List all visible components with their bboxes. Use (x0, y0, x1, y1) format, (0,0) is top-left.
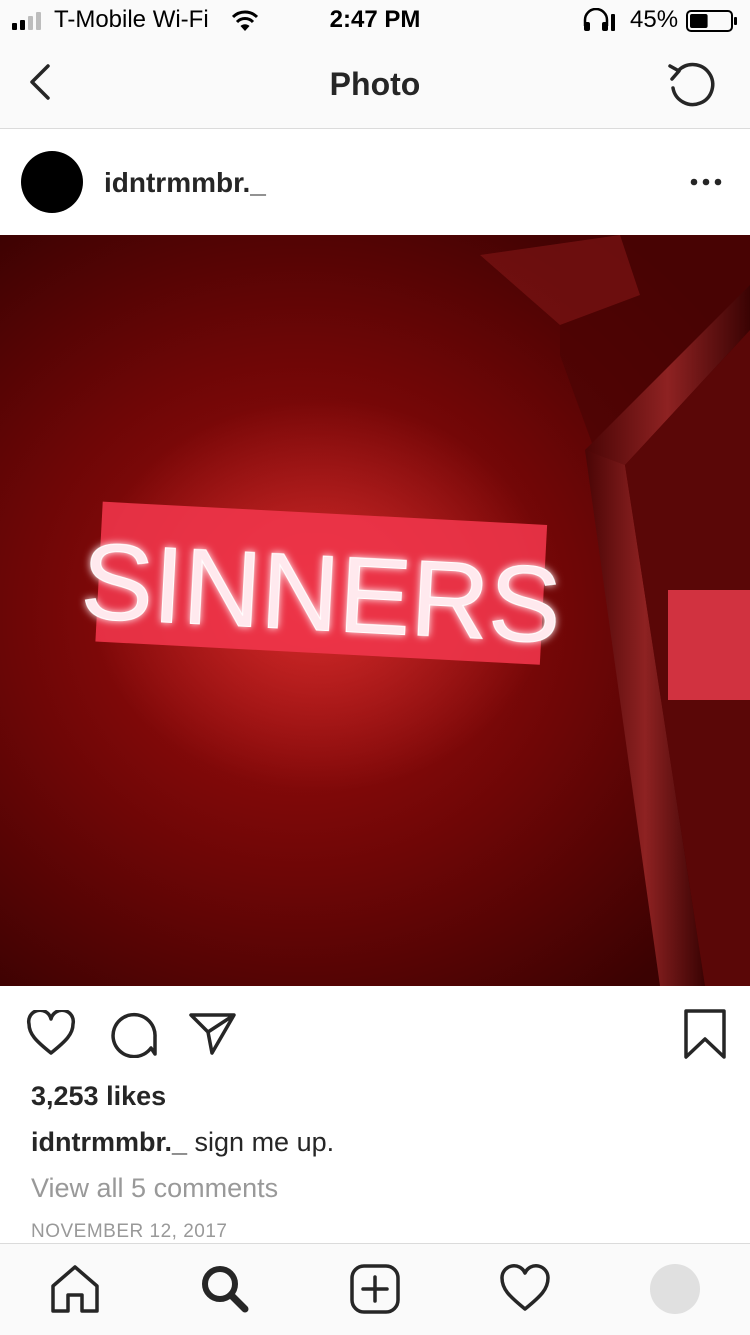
caption-username[interactable]: idntrmmbr._ (31, 1127, 187, 1157)
battery-icon (686, 10, 737, 32)
bottom-tab-bar (0, 1243, 750, 1335)
share-icon[interactable] (188, 1010, 238, 1056)
photo-scene: SINNERS (78, 235, 750, 986)
status-bar: T-Mobile Wi-Fi 2:47 PM 45% (0, 0, 750, 40)
search-icon[interactable] (198, 1262, 252, 1316)
avatar[interactable] (21, 151, 83, 213)
nav-bar: Photo (0, 40, 750, 129)
view-comments-link[interactable]: View all 5 comments (31, 1173, 278, 1204)
post-username[interactable]: idntrmmbr._ (104, 167, 266, 199)
home-icon[interactable] (48, 1262, 102, 1316)
comment-icon[interactable] (108, 1010, 158, 1058)
caption-text: sign me up. (187, 1127, 335, 1157)
post-actions (0, 986, 750, 1086)
profile-avatar[interactable] (650, 1264, 700, 1314)
battery-percent: 45% (630, 6, 679, 33)
post-header: idntrmmbr._ (0, 129, 750, 235)
post-photo[interactable]: SINNERS (0, 235, 750, 986)
heart-icon[interactable] (26, 1010, 76, 1056)
bookmark-icon[interactable] (682, 1008, 728, 1060)
neon-sign-text: SINNERS (78, 520, 564, 666)
refresh-icon[interactable] (664, 56, 720, 112)
mirror-reflection (668, 590, 750, 700)
new-post-icon[interactable] (348, 1262, 402, 1316)
like-count[interactable]: 3,253 likes (31, 1081, 166, 1112)
headphones-icon (583, 8, 615, 31)
post-date: NOVEMBER 12, 2017 (31, 1221, 228, 1242)
back-chevron-icon[interactable] (22, 60, 58, 104)
page-title: Photo (329, 66, 421, 102)
activity-heart-icon[interactable] (498, 1262, 552, 1316)
more-options-icon[interactable] (686, 165, 726, 199)
caption: idntrmmbr._ sign me up. (31, 1127, 334, 1158)
